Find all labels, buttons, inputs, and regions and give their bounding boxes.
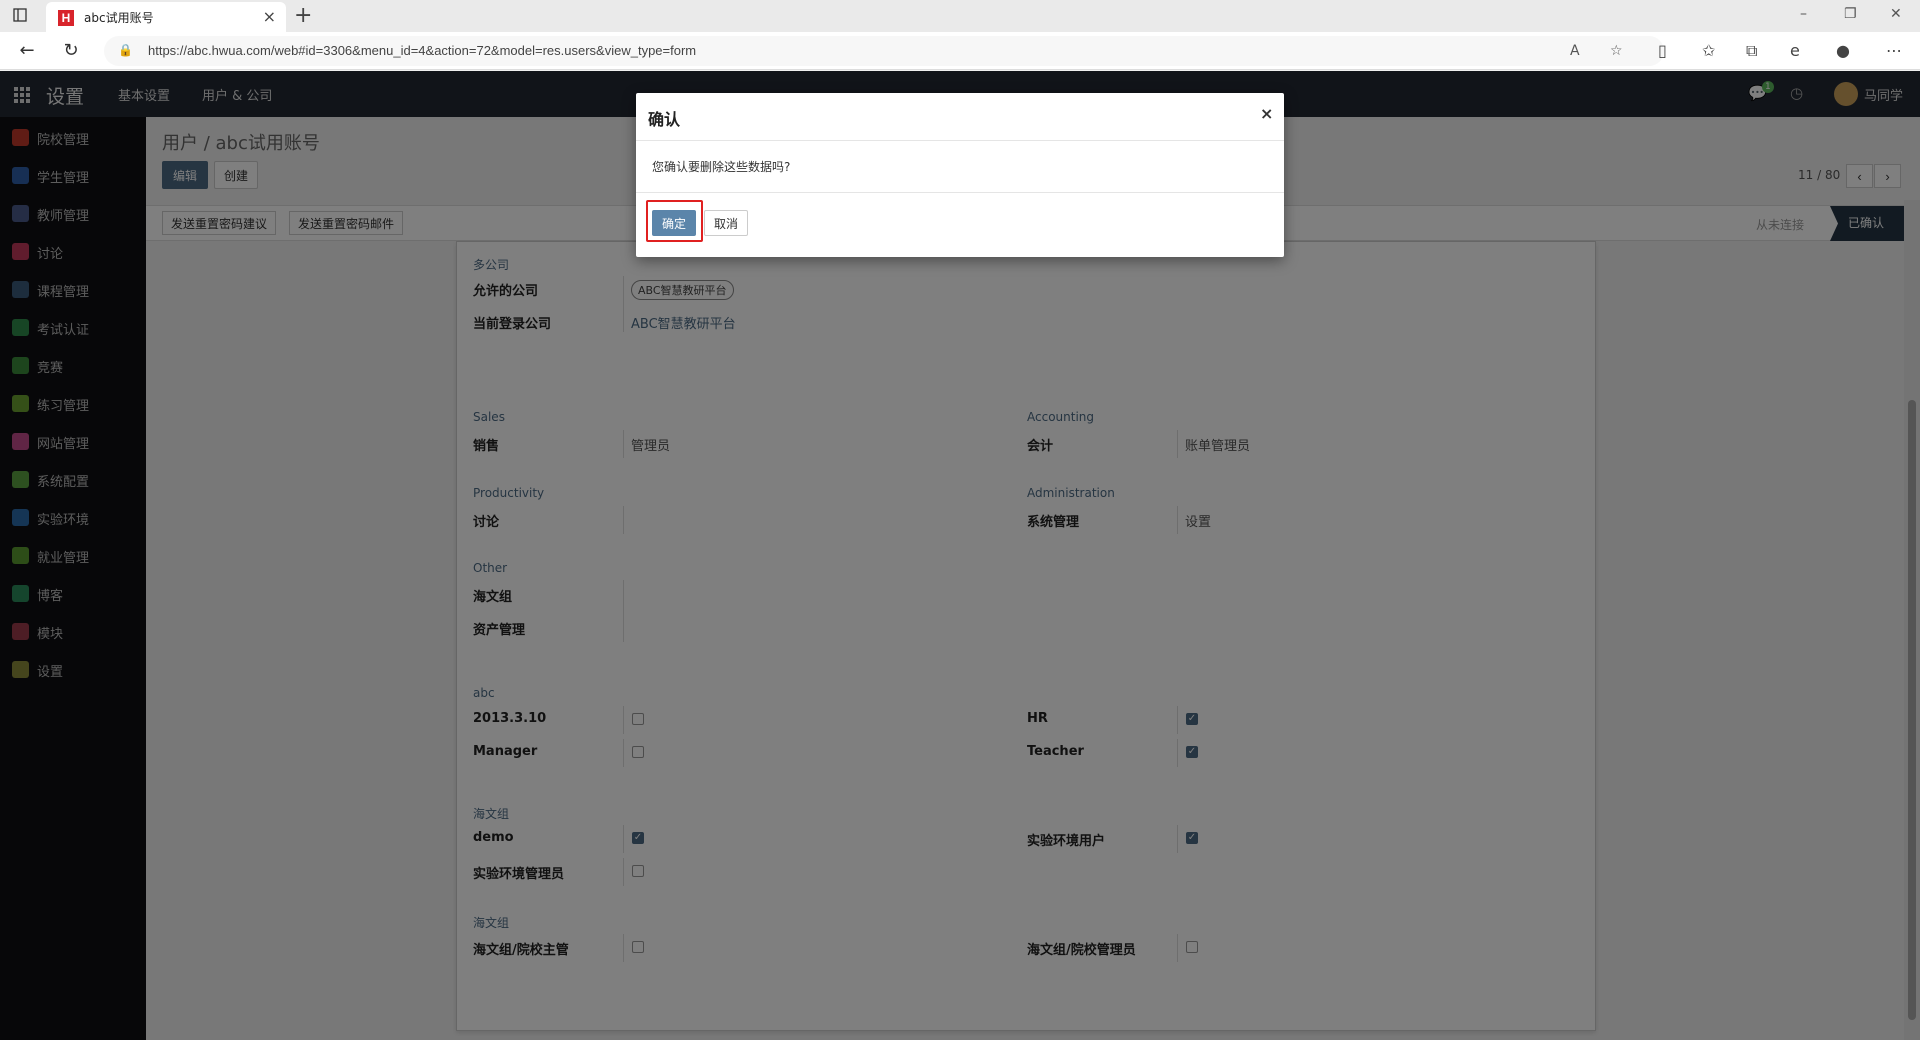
- profile-icon[interactable]: ●: [1836, 41, 1850, 60]
- edge-icon[interactable]: e: [1790, 41, 1800, 60]
- tab-title: abc试用账号: [84, 11, 154, 25]
- close-window-icon[interactable]: ✕: [1890, 6, 1902, 22]
- close-icon[interactable]: ×: [1260, 104, 1273, 123]
- dialog-title: 确认: [648, 110, 681, 129]
- back-icon[interactable]: ←: [16, 40, 38, 62]
- dialog-message: 您确认要删除这些数据吗?: [652, 160, 791, 174]
- new-tab-icon[interactable]: +: [294, 3, 312, 28]
- url-field[interactable]: 🔒 https://abc.hwua.com/web#id=3306&menu_…: [104, 36, 1664, 66]
- confirm-dialog: 确认 × 您确认要删除这些数据吗? 确定 取消: [636, 93, 1284, 257]
- address-bar: ← ↻ 🔒 https://abc.hwua.com/web#id=3306&m…: [0, 32, 1920, 70]
- cancel-button[interactable]: 取消: [704, 210, 748, 236]
- restore-icon[interactable]: ❐: [1844, 6, 1857, 22]
- dialog-divider: [636, 192, 1284, 193]
- close-tab-icon[interactable]: ×: [263, 7, 276, 26]
- dialog-divider: [636, 140, 1284, 141]
- favorite-icon[interactable]: ☆: [1610, 43, 1623, 59]
- favorites-icon[interactable]: ✩: [1702, 41, 1715, 60]
- browser-tab-bar: H abc试用账号 × + – ❐ ✕: [0, 0, 1920, 32]
- favicon-icon: H: [58, 10, 74, 26]
- refresh-icon[interactable]: ↻: [60, 40, 82, 62]
- collections-icon[interactable]: ⧉: [1746, 41, 1757, 61]
- read-aloud-icon[interactable]: A: [1570, 43, 1580, 59]
- confirm-button[interactable]: 确定: [652, 210, 696, 236]
- browser-tab[interactable]: H abc试用账号 ×: [46, 2, 286, 32]
- lock-icon[interactable]: 🔒: [118, 43, 133, 57]
- url-text[interactable]: https://abc.hwua.com/web#id=3306&menu_id…: [148, 43, 696, 58]
- more-icon[interactable]: ⋯: [1886, 41, 1902, 60]
- minimize-icon[interactable]: –: [1800, 6, 1807, 22]
- split-screen-icon[interactable]: ▯: [1658, 41, 1667, 60]
- tab-actions-icon[interactable]: [12, 7, 30, 25]
